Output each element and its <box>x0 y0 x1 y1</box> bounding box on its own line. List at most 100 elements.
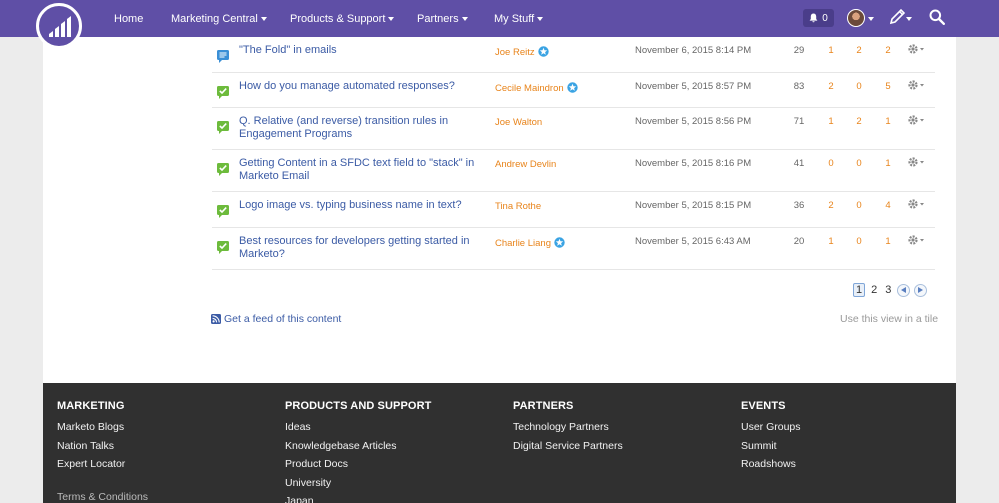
nav-my-stuff[interactable]: My Stuff <box>494 0 544 37</box>
replies-count: 5 <box>885 81 891 92</box>
views-count: 20 <box>793 236 805 247</box>
page-2-link[interactable]: 2 <box>869 284 879 296</box>
table-row: Logo image vs. typing business name in t… <box>212 192 935 228</box>
nav-partners-label: Partners <box>417 12 459 25</box>
bookmarks-count: 2 <box>856 116 862 127</box>
rss-feed-link[interactable]: Get a feed of this content <box>211 313 341 325</box>
answered-check-icon <box>217 241 229 254</box>
replies-count: 1 <box>885 236 891 247</box>
replies-count: 1 <box>885 116 891 127</box>
thread-title-link[interactable]: "The Fold" in emails <box>239 44 484 57</box>
author-link[interactable]: Joe Reitz <box>495 46 549 58</box>
post-date: November 5, 2015 6:43 AM <box>635 236 751 247</box>
likes-count: 1 <box>828 45 834 56</box>
terms-conditions-link[interactable]: Terms & Conditions <box>57 491 148 503</box>
nav-my-stuff-label: My Stuff <box>494 12 535 25</box>
gear-icon[interactable] <box>907 43 925 55</box>
rss-feed-label: Get a feed of this content <box>224 313 342 325</box>
thread-title-link[interactable]: Logo image vs. typing business name in t… <box>239 199 484 212</box>
footer-link-summit[interactable]: Summit <box>741 437 801 456</box>
page-3-link[interactable]: 3 <box>883 284 893 296</box>
chevron-down-icon[interactable] <box>868 17 874 21</box>
footer-link-digital-service-partners[interactable]: Digital Service Partners <box>513 437 623 456</box>
answered-check-icon <box>217 86 229 99</box>
avatar[interactable] <box>847 9 865 27</box>
post-date: November 6, 2015 8:14 PM <box>635 45 752 56</box>
page-1-link[interactable]: 1 <box>853 283 866 297</box>
footer-link-japan[interactable]: Japan <box>285 492 431 503</box>
previous-page-button[interactable] <box>897 283 911 297</box>
use-in-tile-link[interactable]: Use this view in a tile <box>840 313 938 325</box>
footer-link-ideas[interactable]: Ideas <box>285 418 431 437</box>
likes-count: 1 <box>828 116 834 127</box>
notifications-button[interactable]: 0 <box>803 9 834 27</box>
author-name: Cecile Maindron <box>495 83 564 94</box>
author-name: Charlie Liang <box>495 238 551 249</box>
likes-count: 0 <box>828 158 834 169</box>
post-date: November 5, 2015 8:15 PM <box>635 200 752 211</box>
author-link[interactable]: Joe Walton <box>495 117 542 128</box>
footer-link-nation-talks[interactable]: Nation Talks <box>57 437 125 456</box>
replies-count: 4 <box>885 200 891 211</box>
table-row: Best resources for developers getting st… <box>212 228 935 270</box>
bookmarks-count: 0 <box>856 200 862 211</box>
views-count: 36 <box>793 200 805 211</box>
footer-link-knowledgebase[interactable]: Knowledgebase Articles <box>285 437 431 456</box>
gear-icon[interactable] <box>907 114 925 126</box>
footer: MARKETING Marketo Blogs Nation Talks Exp… <box>43 383 956 503</box>
gear-icon[interactable] <box>907 234 925 246</box>
bookmarks-count: 0 <box>856 81 862 92</box>
nav-products-support[interactable]: Products & Support <box>290 0 395 37</box>
likes-count: 2 <box>828 81 834 92</box>
footer-link-technology-partners[interactable]: Technology Partners <box>513 418 623 437</box>
footer-heading: MARKETING <box>57 400 125 412</box>
author-link[interactable]: Andrew Devlin <box>495 159 556 170</box>
likes-count: 2 <box>828 200 834 211</box>
table-row: How do you manage automated responses? C… <box>212 73 935 108</box>
author-name: Joe Reitz <box>495 47 535 58</box>
footer-column-marketing: MARKETING Marketo Blogs Nation Talks Exp… <box>57 400 125 474</box>
footer-heading: PRODUCTS AND SUPPORT <box>285 400 432 412</box>
nav-home[interactable]: Home <box>114 0 143 37</box>
pencil-icon[interactable] <box>889 8 906 25</box>
thread-title-link[interactable]: Q. Relative (and reverse) transition rul… <box>239 115 484 141</box>
gear-icon[interactable] <box>907 198 925 210</box>
footer-link-product-docs[interactable]: Product Docs <box>285 455 431 474</box>
chevron-down-icon <box>537 16 544 21</box>
footer-link-marketo-blogs[interactable]: Marketo Blogs <box>57 418 125 437</box>
bookmarks-count: 0 <box>856 236 862 247</box>
author-link[interactable]: Cecile Maindron <box>495 82 578 94</box>
footer-link-university[interactable]: University <box>285 474 431 493</box>
marketo-logo-icon[interactable] <box>36 3 82 49</box>
nav-home-label: Home <box>114 12 144 25</box>
thread-title-link[interactable]: Getting Content in a SFDC text field to … <box>239 157 484 183</box>
search-icon[interactable] <box>929 9 945 25</box>
table-row: Q. Relative (and reverse) transition rul… <box>212 108 935 150</box>
nav-marketing-central[interactable]: Marketing Central <box>171 0 267 37</box>
gear-icon[interactable] <box>907 79 925 91</box>
author-link[interactable]: Charlie Liang <box>495 237 565 249</box>
bell-icon <box>809 13 818 23</box>
post-date: November 5, 2015 8:16 PM <box>635 158 752 169</box>
answered-check-icon <box>217 121 229 134</box>
discussion-icon <box>217 50 229 63</box>
thread-title-link[interactable]: How do you manage automated responses? <box>239 80 484 93</box>
notification-count: 0 <box>822 12 828 24</box>
likes-count: 1 <box>828 236 834 247</box>
author-name: Joe Walton <box>495 117 543 128</box>
footer-link-user-groups[interactable]: User Groups <box>741 418 801 437</box>
next-page-button[interactable] <box>914 283 928 297</box>
author-link[interactable]: Tina Rothe <box>495 201 541 212</box>
gear-icon[interactable] <box>907 156 925 168</box>
footer-link-roadshows[interactable]: Roadshows <box>741 455 801 474</box>
nav-marketing-central-label: Marketing Central <box>171 12 258 25</box>
views-count: 71 <box>793 116 805 127</box>
footer-link-expert-locator[interactable]: Expert Locator <box>57 455 125 474</box>
thread-title-link[interactable]: Best resources for developers getting st… <box>239 235 484 261</box>
nav-partners[interactable]: Partners <box>417 0 468 37</box>
chevron-down-icon[interactable] <box>906 17 912 21</box>
badge-star-icon <box>537 46 549 57</box>
nav-products-support-label: Products & Support <box>290 12 386 25</box>
author-name: Tina Rothe <box>495 201 542 212</box>
replies-count: 2 <box>885 45 891 56</box>
